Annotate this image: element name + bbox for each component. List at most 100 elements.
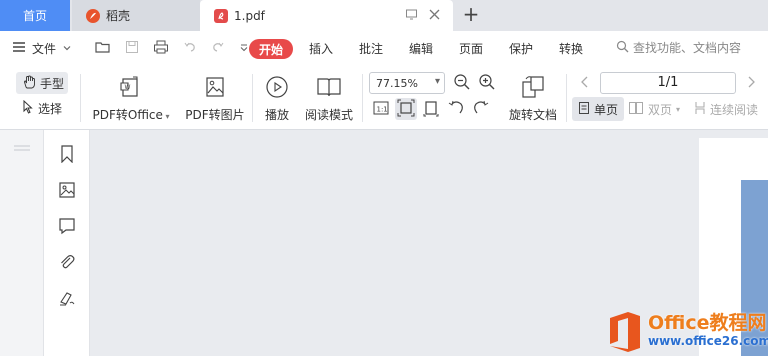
fit-page-button[interactable] xyxy=(395,98,417,120)
double-page-label: 双页 xyxy=(648,102,673,117)
tab-home-label: 首页 xyxy=(22,9,47,23)
fit-page-icon xyxy=(397,99,415,120)
read-mode-label: 阅读模式 xyxy=(304,108,353,122)
signature-pen-icon[interactable] xyxy=(57,288,77,308)
double-page-button[interactable]: 双页 ▾ xyxy=(628,97,680,121)
zoom-in-icon xyxy=(478,73,496,94)
rotate-left-icon xyxy=(447,99,465,120)
navigation-panel xyxy=(44,130,90,356)
chevron-down-icon xyxy=(62,42,72,56)
quick-access-toolbar xyxy=(95,31,249,66)
rotate-right-button[interactable] xyxy=(470,98,492,120)
ribbon-divider xyxy=(362,74,363,122)
zoom-out-button[interactable] xyxy=(451,72,473,94)
attachment-icon[interactable] xyxy=(57,252,77,272)
daoke-icon xyxy=(86,8,100,23)
pdf-to-image-label: PDF转图片 xyxy=(185,108,245,122)
ribbon-tab-start[interactable]: 开始 xyxy=(249,39,293,59)
hand-tool-button[interactable]: 手型 xyxy=(16,72,68,94)
pdf-to-office-button[interactable]: W PDF转Office ▾ xyxy=(92,72,170,123)
fit-width-button[interactable] xyxy=(420,98,442,120)
ribbon-toolbar: 手型 选择 W PDF转Office ▾ PDF转图片 播放 阅读模式 77.1… xyxy=(0,66,768,130)
chevron-left-icon xyxy=(579,75,591,92)
tab-daoke[interactable]: 稻壳 xyxy=(72,0,200,31)
tab-popout-icon[interactable] xyxy=(405,8,418,24)
redo-icon[interactable] xyxy=(211,40,225,57)
previous-page-button[interactable] xyxy=(574,72,596,94)
ribbon-divider xyxy=(252,74,253,122)
panel-grip-icon[interactable] xyxy=(14,140,30,154)
tab-pdf-document[interactable]: 1.pdf xyxy=(200,0,453,31)
save-icon[interactable] xyxy=(125,40,139,57)
select-tool-button[interactable]: 选择 xyxy=(22,99,63,117)
add-tab-button[interactable]: + xyxy=(460,4,482,26)
read-mode-button[interactable]: 阅读模式 xyxy=(302,72,356,123)
pdf-to-image-button[interactable]: PDF转图片 xyxy=(184,72,246,123)
tab-daoke-label: 稻壳 xyxy=(106,9,131,23)
tab-close-icon[interactable] xyxy=(428,8,441,24)
tab-home[interactable]: 首页 xyxy=(0,0,70,31)
thumbnail-image-icon[interactable] xyxy=(57,180,77,200)
play-icon xyxy=(265,72,289,102)
continuous-reading-icon xyxy=(694,101,706,118)
ribbon-divider xyxy=(566,74,567,122)
site-watermark: Office教程网 www.office26.com xyxy=(606,304,768,356)
cursor-arrow-icon xyxy=(22,99,34,117)
zoom-in-button[interactable] xyxy=(476,72,498,94)
pdf-to-office-label: PDF转Office ▾ xyxy=(92,108,170,122)
zoom-select[interactable]: 77.15% ▾ xyxy=(369,72,445,94)
zoom-out-icon xyxy=(453,73,471,94)
undo-icon[interactable] xyxy=(183,40,197,57)
svg-text:W: W xyxy=(125,84,131,91)
select-tool-label: 选择 xyxy=(38,102,63,116)
bookmark-icon[interactable] xyxy=(57,144,77,164)
svg-text:1:1: 1:1 xyxy=(377,105,388,113)
chevron-down-icon: ▾ xyxy=(676,104,681,114)
zoom-value: 77.15% xyxy=(376,76,418,90)
double-page-icon xyxy=(628,101,644,118)
single-page-button[interactable]: 单页 xyxy=(572,97,624,121)
ribbon-tab-page[interactable]: 页面 xyxy=(459,31,483,66)
ribbon-tab-protect[interactable]: 保护 xyxy=(509,31,533,66)
file-menu-label: 文件 xyxy=(32,42,57,56)
tab-pdf-label: 1.pdf xyxy=(234,8,265,23)
actual-size-icon: 1:1 xyxy=(372,99,390,120)
ribbon-tab-edit[interactable]: 编辑 xyxy=(409,31,433,66)
continuous-reading-button[interactable]: 连续阅读 xyxy=(694,97,758,121)
rotate-left-button[interactable] xyxy=(445,98,467,120)
continuous-reading-label: 连续阅读 xyxy=(710,102,759,117)
play-label: 播放 xyxy=(264,108,289,122)
pdf-file-icon xyxy=(214,8,228,23)
watermark-url: www.office26.com xyxy=(648,334,768,348)
rotate-document-button[interactable]: 旋转文档 xyxy=(506,72,560,123)
next-page-button[interactable] xyxy=(740,72,762,94)
ribbon-tab-annotate[interactable]: 批注 xyxy=(359,31,383,66)
actual-size-button[interactable]: 1:1 xyxy=(370,98,392,120)
chevron-right-icon xyxy=(745,75,757,92)
watermark-title: Office教程网 xyxy=(648,312,767,334)
open-folder-icon[interactable] xyxy=(95,40,111,57)
hamburger-icon xyxy=(12,41,26,56)
pdf-to-word-icon: W xyxy=(119,72,143,102)
search-placeholder: 查找功能、文档内容 xyxy=(633,41,742,55)
tab-bar: 首页 稻壳 1.pdf + xyxy=(0,0,768,31)
rotate-right-icon xyxy=(472,99,490,120)
rotate-document-icon xyxy=(520,72,546,102)
chevron-down-icon: ▾ xyxy=(434,76,440,87)
customize-chevron-icon[interactable] xyxy=(239,42,249,56)
menu-bar: 文件 开始 插入 批注 编辑 页面 保护 转换 查找功能、文档内容 xyxy=(0,31,768,66)
comment-icon[interactable] xyxy=(57,216,77,236)
page-number-input[interactable]: 1/1 xyxy=(600,72,736,94)
print-icon[interactable] xyxy=(153,40,169,57)
rotate-document-label: 旋转文档 xyxy=(508,108,557,122)
fit-width-icon xyxy=(422,99,440,120)
office-logo-icon xyxy=(610,312,640,352)
search-icon xyxy=(616,40,629,56)
search-commands[interactable]: 查找功能、文档内容 xyxy=(616,39,741,56)
single-page-icon xyxy=(578,101,590,118)
file-menu-button[interactable]: 文件 xyxy=(12,31,72,66)
ribbon-divider xyxy=(80,74,81,122)
play-button[interactable]: 播放 xyxy=(262,72,292,123)
ribbon-tab-convert[interactable]: 转换 xyxy=(559,31,583,66)
ribbon-tab-insert[interactable]: 插入 xyxy=(309,31,333,66)
